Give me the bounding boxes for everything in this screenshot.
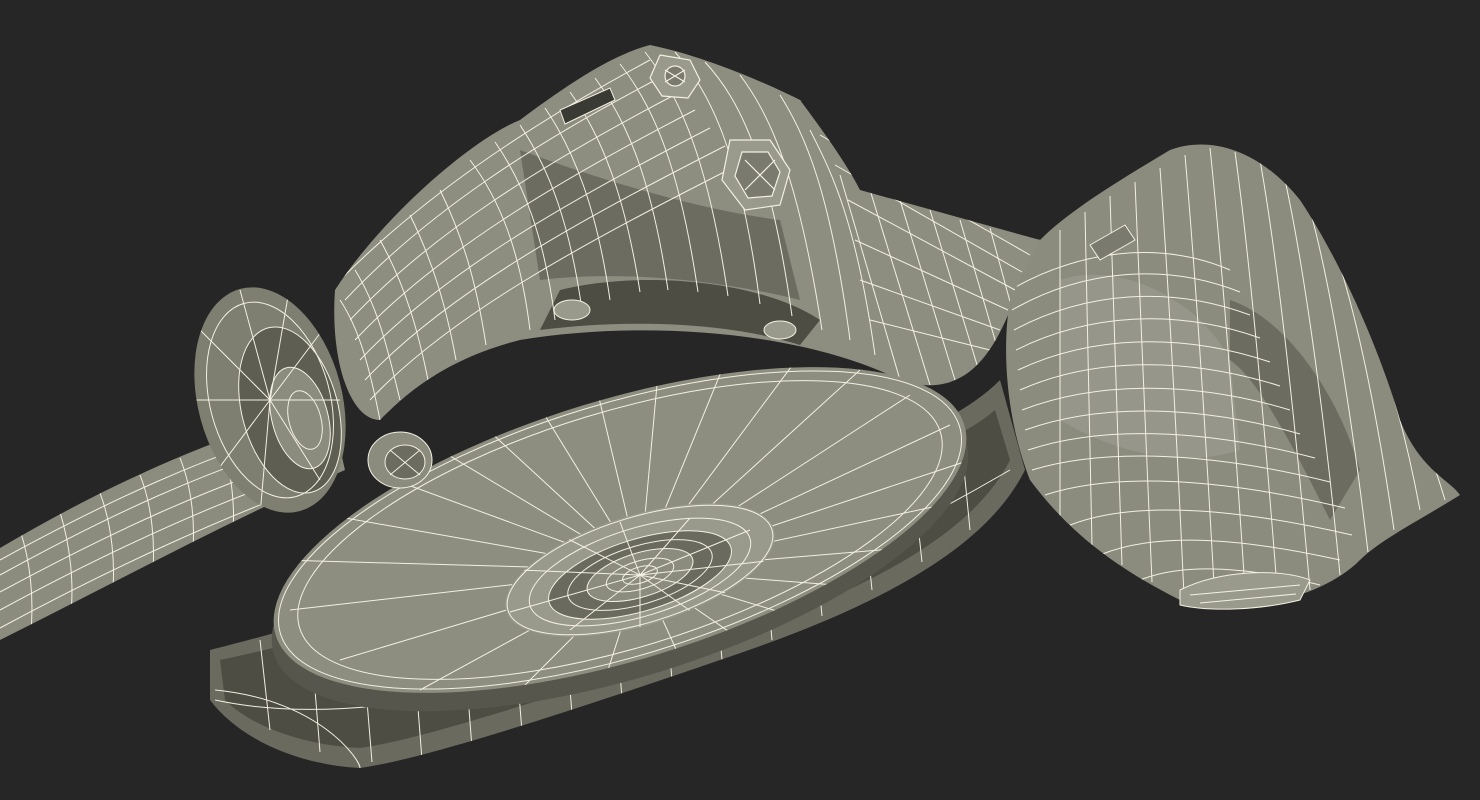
battery-pack	[1006, 144, 1460, 610]
gear-housing	[334, 45, 1041, 420]
wireframe-render	[0, 45, 1460, 768]
render-viewport	[0, 0, 1480, 800]
